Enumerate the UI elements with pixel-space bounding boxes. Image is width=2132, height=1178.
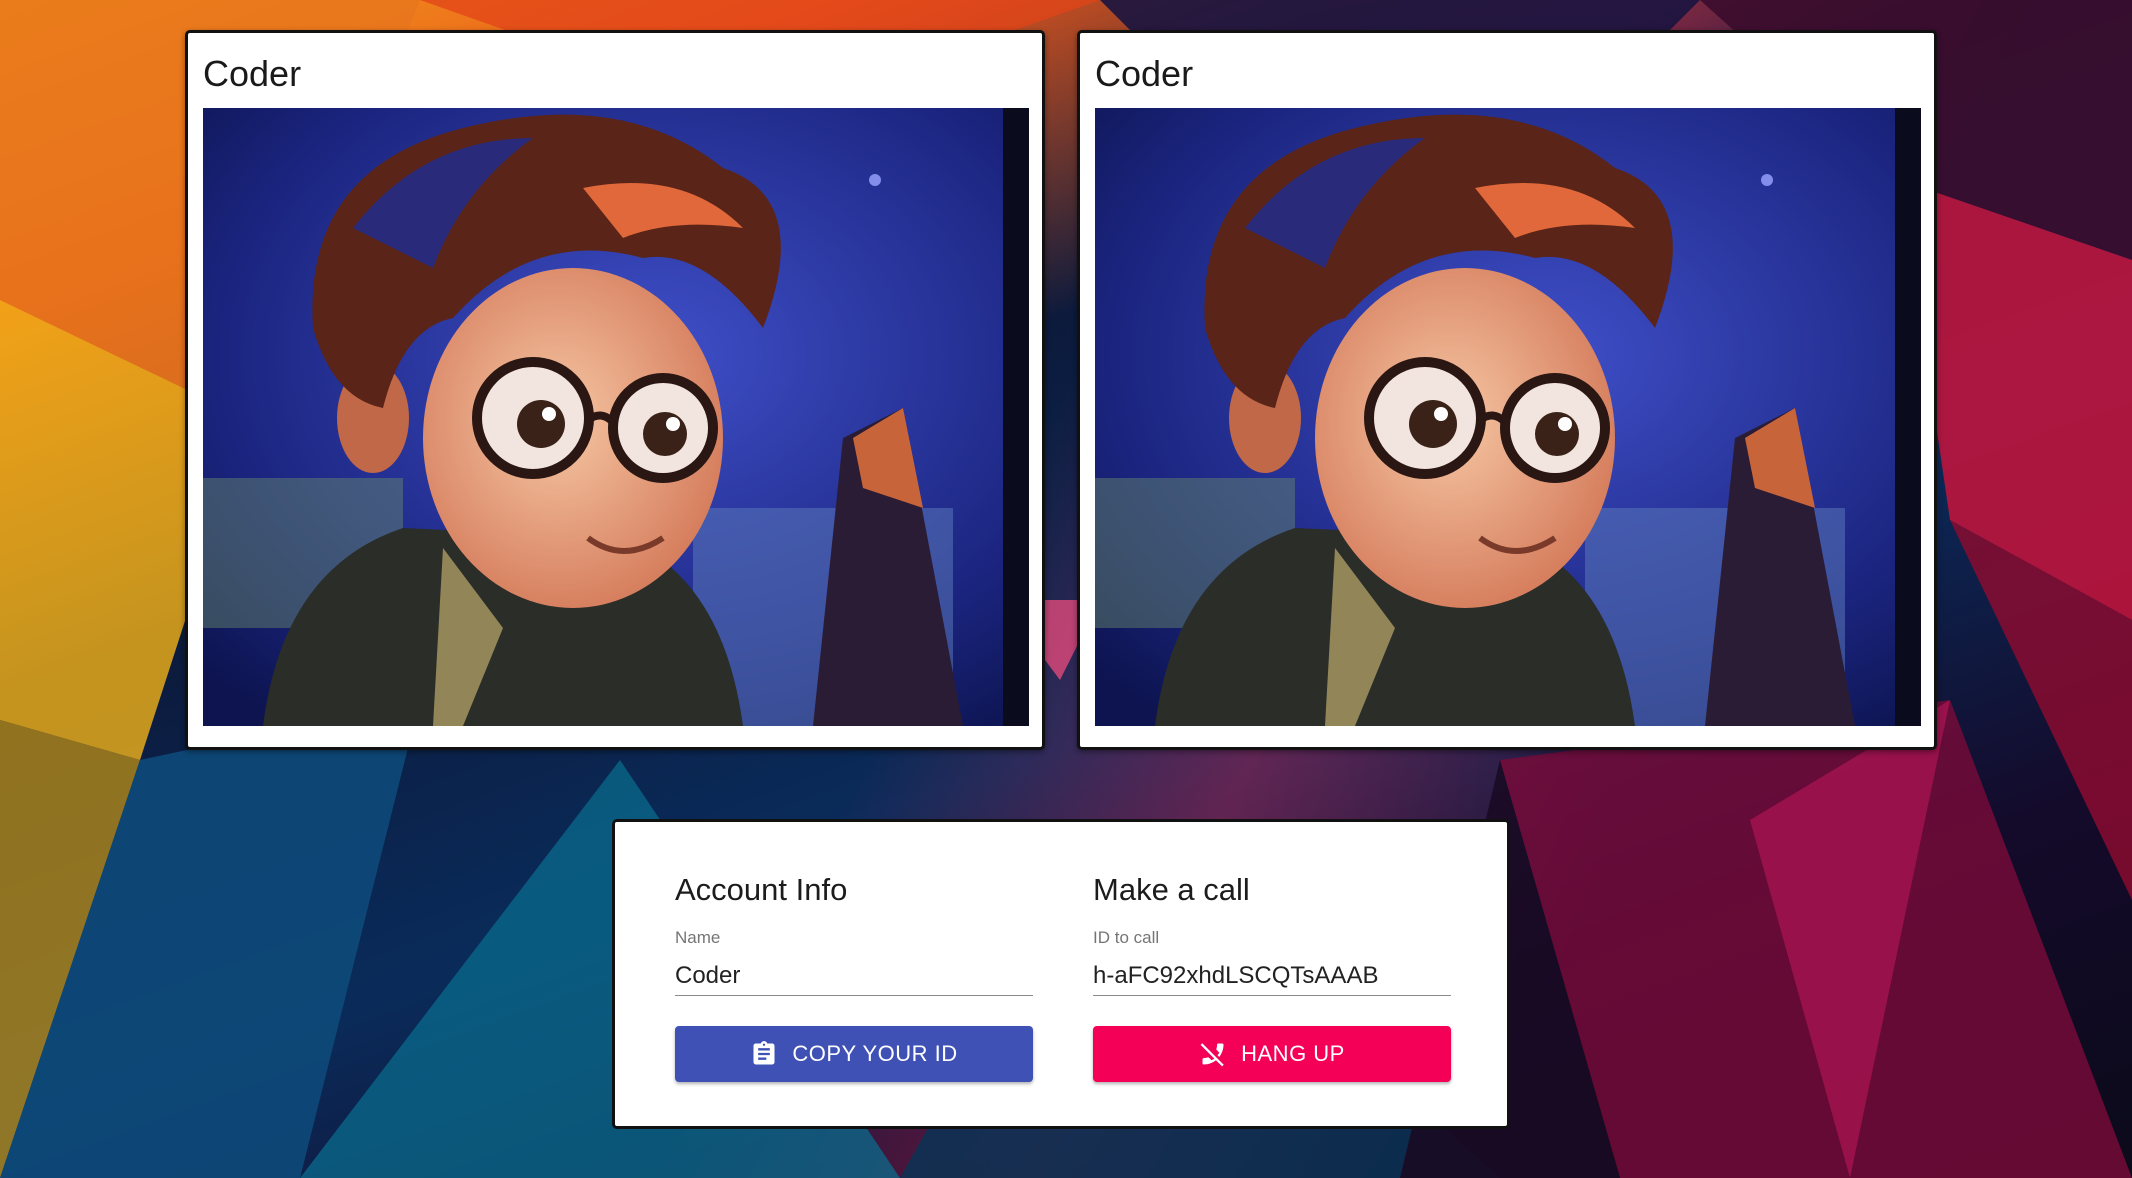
copy-id-label: COPY YOUR ID bbox=[792, 1041, 958, 1066]
local-video-card: Coder bbox=[185, 30, 1045, 750]
copy-id-button[interactable]: COPY YOUR ID bbox=[675, 1026, 1033, 1082]
name-label: Name bbox=[675, 928, 721, 947]
call-controls-card: Account Info Name COPY YOUR ID Make a ca… bbox=[612, 819, 1510, 1129]
remote-video-card: Coder bbox=[1077, 30, 1937, 750]
local-video bbox=[203, 108, 1029, 726]
make-call-heading: Make a call bbox=[1093, 872, 1250, 907]
remote-video-title: Coder bbox=[1095, 53, 1194, 94]
id-to-call-label: ID to call bbox=[1093, 928, 1160, 947]
hang-up-button[interactable]: HANG UP bbox=[1093, 1026, 1451, 1082]
phone-disabled-icon bbox=[1200, 1043, 1224, 1067]
remote-video bbox=[1095, 108, 1921, 726]
account-info-section: Account Info Name COPY YOUR ID bbox=[675, 872, 1033, 1082]
make-call-section: Make a call ID to call HANG UP bbox=[1093, 872, 1451, 1082]
hang-up-label: HANG UP bbox=[1241, 1041, 1345, 1066]
id-to-call-input[interactable] bbox=[1093, 956, 1451, 996]
name-input[interactable] bbox=[675, 956, 1033, 996]
account-info-heading: Account Info bbox=[675, 872, 848, 907]
clipboard-icon bbox=[753, 1041, 775, 1065]
local-video-title: Coder bbox=[203, 53, 302, 94]
